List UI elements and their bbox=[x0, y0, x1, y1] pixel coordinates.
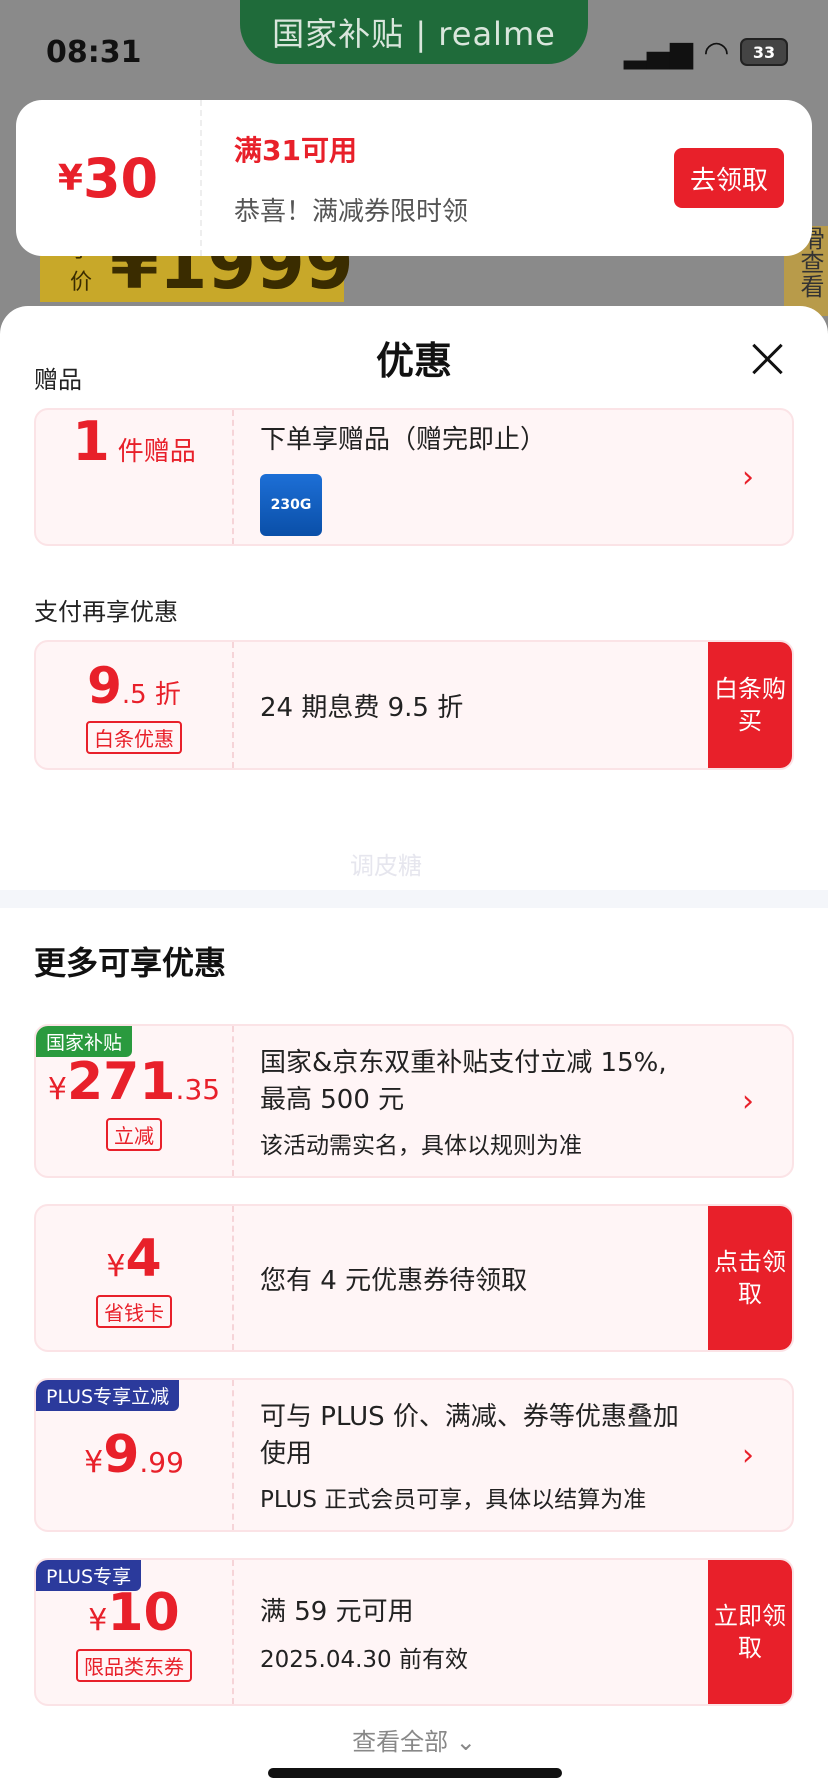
offer-line2: 最高 500 元 bbox=[260, 1085, 405, 1115]
offer-badge: 限品类东券 bbox=[76, 1648, 192, 1682]
pay-card: 9.5 折 白条优惠 24 期息费 9.5 折 白条购买 bbox=[34, 640, 794, 770]
pay-badge: 白条优惠 bbox=[86, 720, 182, 754]
sim-card-icon: 230G bbox=[260, 473, 322, 536]
claim-button[interactable]: 点击领取 bbox=[708, 1206, 792, 1350]
offer-card-savings: ¥4 省钱卡 您有 4 元优惠券待领取 点击领取 bbox=[34, 1204, 794, 1352]
top-coupon: ¥ 30 满31可用 恭喜！满减券限时领 去领取 bbox=[16, 100, 812, 256]
offer-card-plus-coupon: PLUS专享 ¥10 限品类东券 满 59 元可用 2025.04.30 前有效… bbox=[34, 1558, 794, 1706]
close-icon[interactable] bbox=[750, 342, 784, 376]
coupon-condition: 满31可用 bbox=[234, 133, 357, 167]
claim-now-button[interactable]: 立即领取 bbox=[708, 1560, 792, 1704]
offer-line1: 可与 PLUS 价、满减、券等优惠叠加 bbox=[260, 1402, 679, 1432]
offer-line3: PLUS 正式会员可享，具体以结算为准 bbox=[260, 1487, 647, 1513]
offer-line1: 国家&京东双重补贴支付立减 15%, bbox=[260, 1048, 667, 1078]
pay-section-label: 支付再享优惠 bbox=[34, 598, 178, 626]
offer-card-plus[interactable]: PLUS专享立减 ¥9.99 可与 PLUS 价、满减、券等优惠叠加 使用 PL… bbox=[34, 1378, 794, 1532]
offer-line1: 满 59 元可用 bbox=[260, 1596, 414, 1627]
offer-badge: 省钱卡 bbox=[96, 1294, 172, 1328]
sheet-title: 优惠 bbox=[375, 339, 452, 383]
offer-line2: 2025.04.30 前有效 bbox=[260, 1646, 468, 1673]
baitiao-buy-button[interactable]: 白条购买 bbox=[708, 642, 792, 768]
offer-big: 271 bbox=[67, 1051, 176, 1112]
wifi-icon: ◠ bbox=[704, 34, 728, 70]
offer-small: .35 bbox=[175, 1072, 221, 1106]
currency-symbol: ¥ bbox=[106, 1248, 126, 1284]
currency-symbol: ¥ bbox=[88, 1602, 108, 1638]
section-divider bbox=[0, 890, 828, 908]
clock: 08:31 bbox=[46, 34, 142, 70]
chevron-right-icon: › bbox=[742, 459, 754, 495]
currency-symbol: ¥ bbox=[57, 157, 83, 199]
gift-title: 下单享赠品（赠完即止） bbox=[260, 424, 547, 455]
offer-line3: 该活动需实名，具体以规则为准 bbox=[260, 1133, 582, 1159]
offer-card-subsidy[interactable]: 国家补贴 ¥271.35 立减 国家&京东双重补贴支付立减 15%, 最高 50… bbox=[34, 1024, 794, 1178]
signal-icon: ▂▄▆ bbox=[623, 34, 693, 70]
offer-big: 4 bbox=[125, 1228, 162, 1289]
offer-line1: 您有 4 元优惠券待领取 bbox=[260, 1265, 528, 1296]
gift-card[interactable]: 1 件赠品 下单享赠品（赠完即止） 230G › bbox=[34, 408, 794, 546]
view-all-link[interactable]: 查看全部 ⌄ bbox=[0, 1722, 828, 1757]
offer-tag: PLUS专享 bbox=[36, 1560, 142, 1591]
battery-icon: 33 bbox=[740, 38, 788, 66]
currency-symbol: ¥ bbox=[84, 1445, 104, 1480]
coupon-desc: 恭喜！满减券限时领 bbox=[234, 196, 469, 227]
claim-coupon-button[interactable]: 去领取 bbox=[674, 148, 784, 208]
status-bar: 08:31 ▂▄▆ ◠ 33 bbox=[46, 32, 788, 72]
coupon-value: 30 bbox=[82, 146, 159, 210]
currency-symbol: ¥ bbox=[47, 1071, 67, 1107]
more-offers-title: 更多可享优惠 bbox=[34, 944, 227, 982]
home-indicator[interactable] bbox=[268, 1768, 562, 1778]
gift-count: 1 bbox=[72, 410, 110, 473]
gift-section-label: 赠品 bbox=[34, 366, 82, 394]
gift-unit: 件赠品 bbox=[117, 437, 196, 467]
pay-big: 9 bbox=[87, 656, 122, 715]
offer-line2: 使用 bbox=[260, 1439, 313, 1469]
offer-badge: 立减 bbox=[106, 1117, 162, 1151]
coupon-amount: ¥ 30 bbox=[16, 100, 202, 256]
offer-big: 9 bbox=[103, 1425, 140, 1485]
offer-small: .99 bbox=[139, 1446, 184, 1479]
pay-desc: 24 期息费 9.5 折 bbox=[260, 692, 464, 723]
chevron-right-icon: › bbox=[742, 1437, 754, 1473]
offer-tag: 国家补贴 bbox=[36, 1026, 133, 1057]
offer-tag: PLUS专享立减 bbox=[36, 1380, 180, 1411]
watermark: 调皮糖 bbox=[350, 852, 422, 880]
offer-big: 10 bbox=[107, 1582, 180, 1643]
pay-small: .5 折 bbox=[121, 679, 181, 710]
chevron-right-icon: › bbox=[742, 1083, 754, 1119]
